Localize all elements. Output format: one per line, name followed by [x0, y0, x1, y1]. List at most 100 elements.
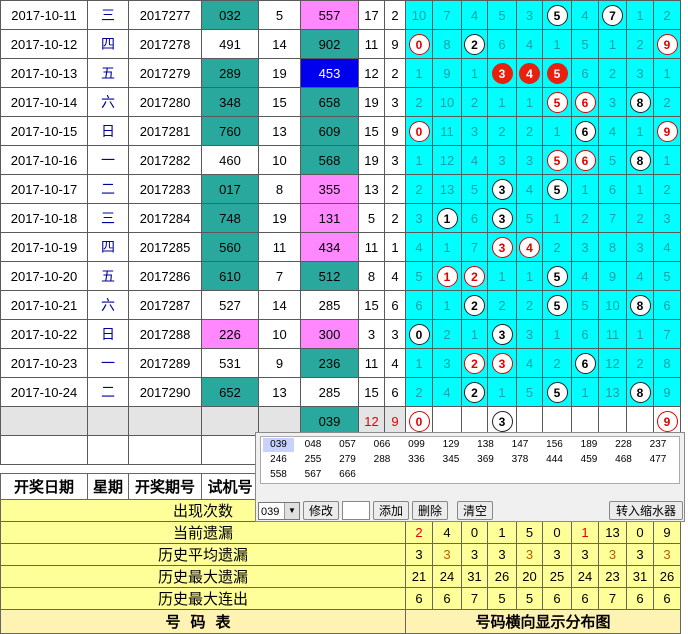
digit-cell: 1	[653, 145, 681, 175]
table-row: 2017-10-16 一 2017282 460 10 568 19 3 1 12 4 3 3 5 6 5 8 1	[0, 145, 681, 175]
number-ball: 4	[519, 236, 540, 258]
number-ball: 0	[408, 33, 430, 55]
number-list-item[interactable]: 378	[505, 453, 536, 467]
stats-value: 2	[405, 521, 433, 544]
digit-cell: 1	[542, 203, 572, 233]
stats-value: 6	[542, 587, 572, 610]
digit-cell: 8	[653, 348, 681, 378]
number-list-item[interactable]: 189	[574, 438, 605, 452]
digit-cell: 2	[626, 29, 654, 59]
number-ball: 3	[491, 62, 513, 84]
number-list-item[interactable]: 066	[367, 438, 398, 452]
digit-cell: 1	[542, 319, 572, 349]
table-row: 2017-10-17 二 2017283 017 8 355 13 2 2 13 5 3 4 5 1 6 1 2	[0, 174, 681, 204]
number-list-item[interactable]: 228	[608, 438, 639, 452]
stats-value: 5	[487, 587, 517, 610]
digit-cell: 3	[516, 0, 543, 30]
add-button[interactable]: 添加	[373, 501, 409, 520]
number-list-item[interactable]: 444	[539, 453, 570, 467]
date-cell: 2017-10-16	[0, 145, 88, 175]
number-combo[interactable]: 039 ▼	[258, 502, 300, 520]
number-list-item[interactable]: 558	[263, 468, 294, 482]
digit-cell: 13	[598, 377, 627, 407]
test-number-cell: 460	[201, 145, 259, 175]
digit-cell: 1	[626, 174, 654, 204]
stats-value: 25	[542, 565, 572, 588]
stats-value: 3	[571, 543, 599, 566]
digit-cell: 3	[405, 203, 433, 233]
issue-cell: 2017279	[128, 58, 202, 88]
digit-cell: 2	[653, 174, 681, 204]
stats-row: 历史平均遗漏 3 3 3 3 3 3 3 3 3 3	[0, 543, 681, 566]
number-list-item[interactable]: 477	[643, 453, 674, 467]
digit-cell: 6	[487, 29, 517, 59]
digit-cell: 1	[432, 290, 462, 320]
date-cell: 2017-10-13	[0, 58, 88, 88]
number-list-item[interactable]: 567	[298, 468, 329, 482]
digit-cell: 5	[653, 261, 681, 291]
number-ball: 6	[574, 352, 596, 374]
number-ball: 5	[546, 294, 568, 316]
number-list-item[interactable]: 345	[436, 453, 467, 467]
number-list-item[interactable]: 246	[263, 453, 294, 467]
span-cell: 3	[384, 145, 406, 175]
empty-cell	[87, 435, 129, 465]
span-cell: 2	[384, 174, 406, 204]
number-list-item[interactable]: 369	[470, 453, 501, 467]
number-list-item[interactable]: 156	[539, 438, 570, 452]
stats-value: 3	[653, 543, 681, 566]
digit-cell: 3	[571, 232, 599, 262]
issue-cell: 2017284	[128, 203, 202, 233]
stats-value: 9	[653, 521, 681, 544]
test-sum-cell: 19	[258, 203, 301, 233]
number-list-item[interactable]: 057	[332, 438, 363, 452]
empty-cell	[87, 406, 129, 436]
digit-cell: 2	[487, 290, 517, 320]
digit-cell: 1	[626, 116, 654, 146]
number-list-item[interactable]: 039	[263, 438, 294, 452]
number-list[interactable]: 039 048 057 066 099 129 138 147 156 189 228 237 246 2…	[260, 436, 680, 484]
modify-button[interactable]: 修改	[303, 501, 339, 520]
number-list-item[interactable]: 237	[643, 438, 674, 452]
award-sum-cell: 15	[358, 116, 385, 146]
test-number-cell: 560	[201, 232, 259, 262]
number-list-item[interactable]: 288	[367, 453, 398, 467]
digit-cell: 2	[487, 116, 517, 146]
number-list-item[interactable]: 129	[436, 438, 467, 452]
digit-cell: 2	[653, 0, 681, 30]
number-list-item[interactable]: 468	[608, 453, 639, 467]
award-sum-cell: 19	[358, 87, 385, 117]
number-list-item[interactable]: 138	[470, 438, 501, 452]
digit-cell: 8	[432, 29, 462, 59]
number-ball: 5	[546, 178, 568, 200]
stats-value: 3	[432, 543, 462, 566]
number-list-item[interactable]: 255	[298, 453, 329, 467]
digit-cell: 1	[626, 0, 654, 30]
award-number-cell: 658	[300, 87, 359, 117]
number-list-item[interactable]: 099	[401, 438, 432, 452]
number-list-item[interactable]: 336	[401, 453, 432, 467]
number-list-item[interactable]: 147	[505, 438, 536, 452]
week-cell: 二	[87, 174, 129, 204]
delete-button[interactable]: 删除	[412, 501, 448, 520]
week-cell: 六	[87, 290, 129, 320]
digit-cell: 11	[598, 319, 627, 349]
digit-cell: 9	[432, 58, 462, 88]
number-input[interactable]	[342, 501, 370, 520]
number-ball: 7	[602, 4, 623, 26]
transfer-to-filter-button[interactable]: 转入缩水器	[609, 501, 683, 520]
span-cell: 6	[384, 377, 406, 407]
number-list-item[interactable]: 666	[332, 468, 363, 482]
test-sum-cell: 14	[258, 290, 301, 320]
digit-cell: 1	[405, 348, 433, 378]
digit-cell: 1	[461, 319, 488, 349]
award-number-cell: 557	[300, 0, 359, 30]
number-list-item[interactable]: 459	[574, 453, 605, 467]
number-list-item[interactable]: 279	[332, 453, 363, 467]
chevron-down-icon[interactable]: ▼	[284, 503, 299, 519]
number-ball: 0	[408, 323, 430, 345]
clear-button[interactable]: 清空	[457, 501, 493, 520]
award-number-cell: 512	[300, 261, 359, 291]
stats-value: 31	[461, 565, 488, 588]
number-list-item[interactable]: 048	[298, 438, 329, 452]
